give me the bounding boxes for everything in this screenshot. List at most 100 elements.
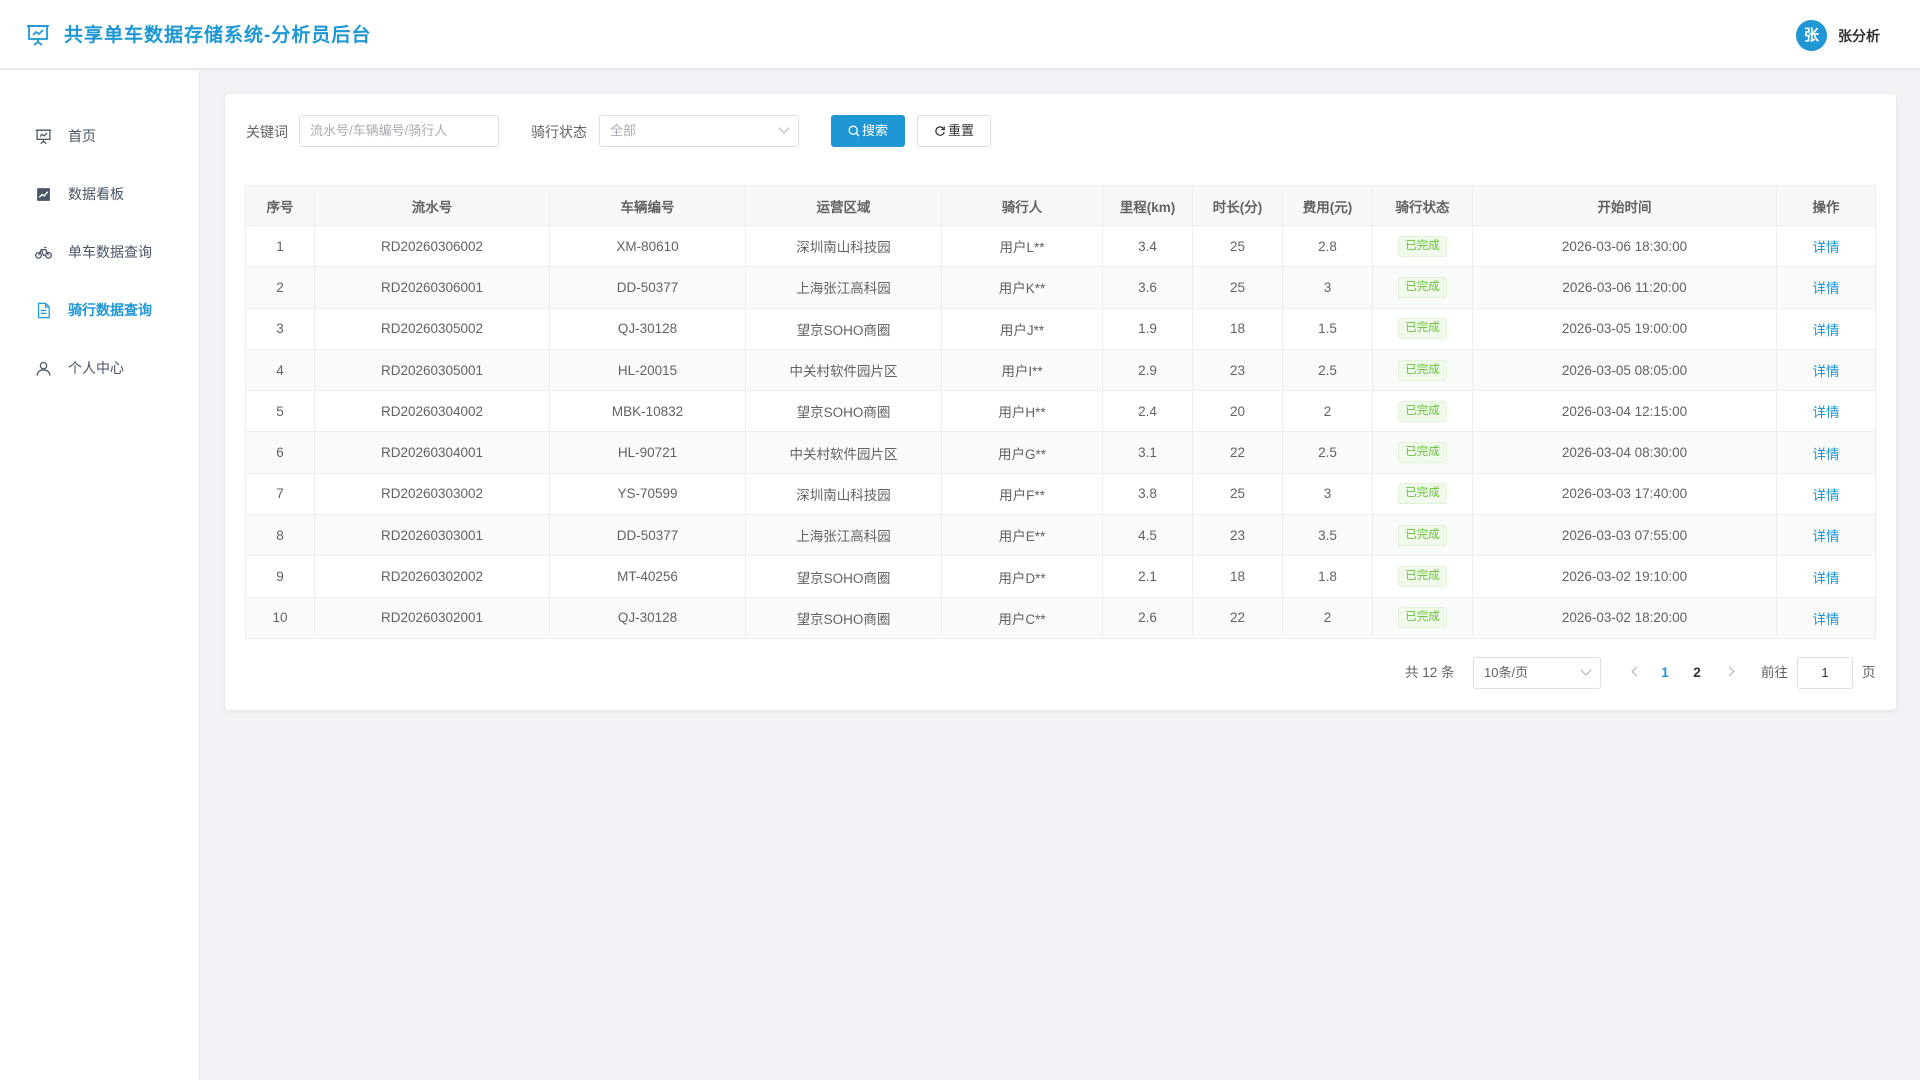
sidebar-item-ride-query[interactable]: 骑行数据查询	[0, 290, 199, 330]
detail-link[interactable]: 详情	[1813, 612, 1840, 627]
cell-start-time: 2026-03-03 07:55:00	[1472, 514, 1777, 557]
cell-operating-area: 望京SOHO商圈	[745, 390, 942, 433]
cell-bike-number: DD-50377	[549, 266, 746, 309]
cell-fee-yuan: 1.5	[1282, 307, 1373, 350]
page-suffix: 页	[1862, 665, 1876, 680]
cell-bike-number: MBK-10832	[549, 390, 746, 433]
detail-link[interactable]: 详情	[1813, 240, 1840, 255]
sidebar-item-label: 单车数据查询	[68, 244, 152, 260]
cell-start-time: 2026-03-04 08:30:00	[1472, 431, 1777, 474]
cell-row-index: 1	[245, 224, 315, 268]
cell-bike-number: QJ-30128	[549, 596, 746, 639]
total-count: 共 12 条	[1405, 665, 1455, 680]
cell-duration-min: 23	[1192, 514, 1283, 557]
detail-link[interactable]: 详情	[1813, 281, 1840, 296]
cell-row-index: 10	[245, 596, 315, 639]
status-badge: 已完成	[1398, 524, 1447, 546]
cell-distance-km: 2.1	[1102, 555, 1193, 598]
cell-ride-status: 已完成	[1372, 266, 1473, 309]
table-body: 1 RD20260306002 XM-80610 深圳南山科技园 用户L** 3.4 25 2…	[245, 224, 1876, 639]
cell-operating-area: 望京SOHO商圈	[745, 596, 942, 639]
next-page-icon[interactable]	[1724, 666, 1735, 677]
presentation-icon	[35, 128, 52, 144]
page-size-value: 10条/页	[1484, 665, 1529, 680]
sidebar-item-dashboard[interactable]: 数据看板	[0, 174, 199, 214]
cell-rider-name: 用户C**	[941, 596, 1103, 639]
cell-start-time: 2026-03-06 18:30:00	[1472, 224, 1777, 268]
app-title: 共享单车数据存储系统-分析员后台	[64, 25, 372, 46]
page-number-2[interactable]: 2	[1683, 657, 1711, 689]
cell-operating-area: 上海张江高科园	[745, 514, 942, 557]
cell-bike-number: DD-50377	[549, 514, 746, 557]
cell-actions: 详情	[1776, 555, 1876, 598]
sidebar-item-profile[interactable]: 个人中心	[0, 348, 199, 388]
cell-actions: 详情	[1776, 514, 1876, 557]
cell-fee-yuan: 1.8	[1282, 555, 1373, 598]
cell-bike-number: HL-20015	[549, 348, 746, 392]
cell-start-time: 2026-03-02 18:20:00	[1472, 596, 1777, 639]
column-header: 骑行状态	[1372, 185, 1473, 226]
cell-actions: 详情	[1776, 472, 1876, 516]
table-header-row: 序号 流水号 车辆编号 运营区域 骑行人 里程(km) 时长(分) 费用(元) …	[245, 185, 1876, 226]
reset-button[interactable]: 重置	[917, 115, 991, 147]
cell-ride-status: 已完成	[1372, 596, 1473, 639]
prev-page-icon[interactable]	[1631, 666, 1642, 677]
table-row: 2 RD20260306001 DD-50377 上海张江高科园 用户K** 3.6 25 3…	[245, 266, 1876, 309]
sidebar-item-label: 骑行数据查询	[68, 302, 152, 318]
user-icon	[36, 361, 51, 376]
sidebar: 首页 数据看板 单车数据查询 骑行数据查询 个人中心	[0, 70, 200, 1080]
column-header: 车辆编号	[549, 185, 746, 226]
cell-operating-area: 望京SOHO商圈	[745, 555, 942, 598]
sidebar-item-home[interactable]: 首页	[0, 116, 199, 156]
sidebar-item-bike-query[interactable]: 单车数据查询	[0, 232, 199, 272]
table-row: 4 RD20260305001 HL-20015 中关村软件园片区 用户I** 2.9 23…	[245, 348, 1876, 392]
cell-rider-name: 用户I**	[941, 348, 1103, 392]
goto-page-input[interactable]: 1	[1797, 657, 1853, 689]
cell-duration-min: 22	[1192, 431, 1283, 474]
cell-start-time: 2026-03-05 08:05:00	[1472, 348, 1777, 392]
cell-duration-min: 18	[1192, 307, 1283, 350]
keyword-input[interactable]: 流水号/车辆编号/骑行人	[299, 115, 499, 147]
column-header: 时长(分)	[1192, 185, 1283, 226]
column-header: 流水号	[314, 185, 550, 226]
status-select-value: 全部	[610, 123, 637, 138]
column-header: 开始时间	[1472, 185, 1777, 226]
cell-actions: 详情	[1776, 390, 1876, 433]
detail-link[interactable]: 详情	[1813, 364, 1840, 379]
cell-rider-name: 用户L**	[941, 224, 1103, 268]
detail-link[interactable]: 详情	[1813, 405, 1840, 420]
cell-rider-name: 用户K**	[941, 266, 1103, 309]
cell-serial-number: RD20260305001	[314, 348, 550, 392]
avatar[interactable]: 张	[1796, 20, 1827, 51]
column-header: 序号	[245, 185, 315, 226]
detail-link[interactable]: 详情	[1813, 447, 1840, 462]
status-select[interactable]: 全部	[599, 115, 799, 147]
status-badge: 已完成	[1398, 318, 1447, 340]
sidebar-item-label: 数据看板	[68, 186, 124, 202]
cell-fee-yuan: 2.5	[1282, 348, 1373, 392]
page-size-select[interactable]: 10条/页	[1473, 657, 1601, 689]
detail-link[interactable]: 详情	[1813, 529, 1840, 544]
refresh-icon	[935, 126, 945, 136]
top-header: 共享单车数据存储系统-分析员后台 张 张分析	[0, 0, 1920, 69]
page-number-1[interactable]: 1	[1651, 657, 1679, 689]
cell-operating-area: 深圳南山科技园	[745, 224, 942, 268]
cell-rider-name: 用户D**	[941, 555, 1103, 598]
table-row: 6 RD20260304001 HL-90721 中关村软件园片区 用户G** 3.1 22…	[245, 431, 1876, 474]
status-badge: 已完成	[1398, 359, 1447, 381]
detail-link[interactable]: 详情	[1813, 323, 1840, 338]
cell-duration-min: 25	[1192, 224, 1283, 268]
sidebar-item-label: 个人中心	[68, 360, 124, 376]
cell-serial-number: RD20260302001	[314, 596, 550, 639]
cell-start-time: 2026-03-02 19:10:00	[1472, 555, 1777, 598]
cell-fee-yuan: 3	[1282, 472, 1373, 516]
cell-row-index: 7	[245, 472, 315, 516]
detail-link[interactable]: 详情	[1813, 571, 1840, 586]
search-button[interactable]: 搜索	[831, 115, 905, 147]
cell-row-index: 2	[245, 266, 315, 309]
user-name[interactable]: 张分析	[1838, 26, 1880, 46]
cell-start-time: 2026-03-04 12:15:00	[1472, 390, 1777, 433]
cell-distance-km: 3.4	[1102, 224, 1193, 268]
table-row: 10 RD20260302001 QJ-30128 望京SOHO商圈 用户C** 2.6 2…	[245, 596, 1876, 639]
detail-link[interactable]: 详情	[1813, 488, 1840, 503]
